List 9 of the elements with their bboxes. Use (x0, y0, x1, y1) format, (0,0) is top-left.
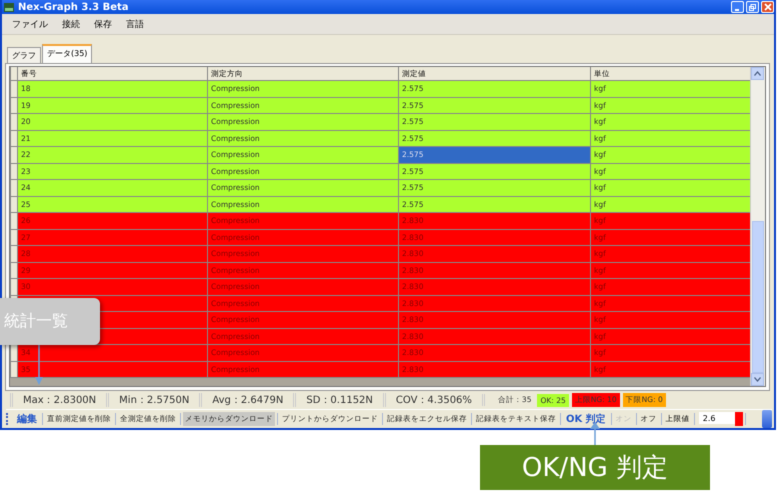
stat-value: SD：0.1152N (293, 393, 383, 407)
toolbar-title: OK 判定 (565, 412, 607, 426)
stat-value: COV：4.3506% (382, 393, 482, 407)
stat-value: Max：2.8300N (10, 393, 106, 407)
toolbar-title: 編集 (16, 412, 38, 426)
stat-value: Min：2.5750N (106, 393, 200, 407)
stat-value: Avg：2.6479N (199, 393, 294, 407)
window-title: Nex-Graph 3.3 Beta (18, 2, 130, 12)
callout: OK/NG 判定 (480, 445, 710, 490)
